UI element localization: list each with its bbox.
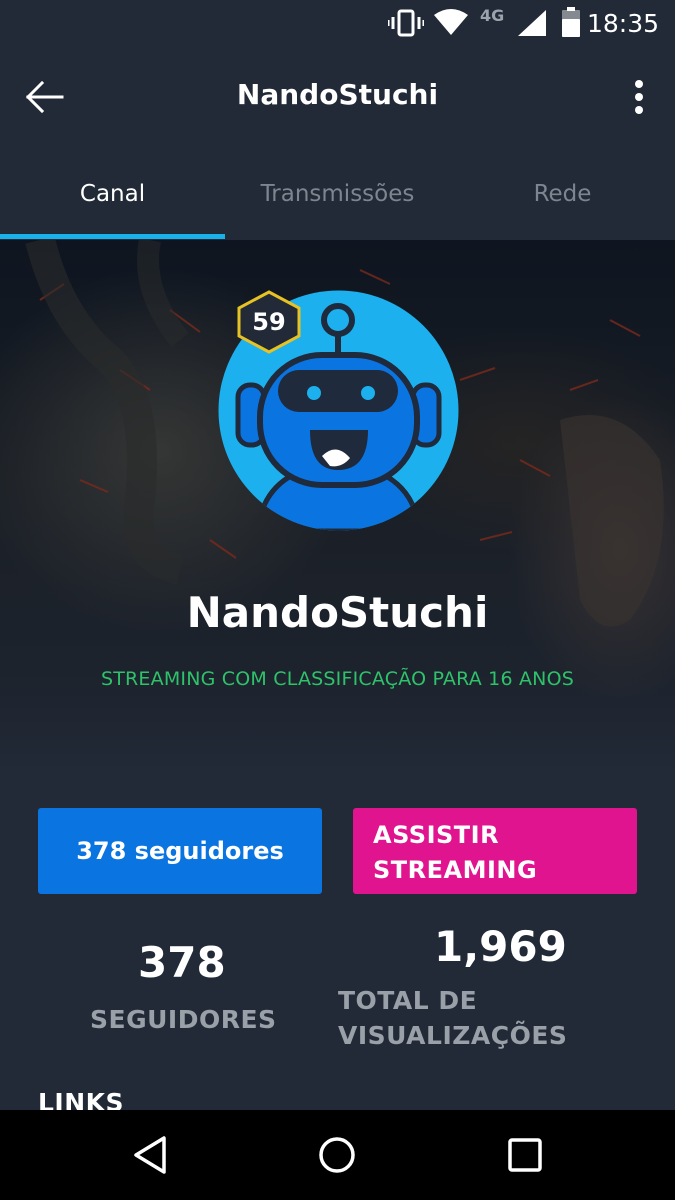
- followers-button[interactable]: 378 seguidores: [38, 808, 322, 894]
- active-tab-indicator: [0, 234, 225, 239]
- page-title: NandoStuchi: [236, 78, 439, 111]
- tab-canal[interactable]: Canal: [0, 144, 225, 240]
- signal-icon: [518, 10, 546, 36]
- battery-icon: [562, 7, 580, 37]
- watch-stream-button[interactable]: ASSISTIR STREAMING: [353, 808, 637, 894]
- wifi-icon: [434, 9, 468, 35]
- network-type-label: 4G: [480, 6, 505, 25]
- status-bar: 4G 18:35: [0, 0, 675, 48]
- views-label: TOTAL DE VISUALIZAÇÕES: [338, 986, 568, 1050]
- back-triangle-icon: [134, 1136, 166, 1174]
- views-count: 1,969: [434, 922, 567, 971]
- vibrate-icon: [388, 9, 424, 37]
- system-nav-bar: [0, 1110, 675, 1200]
- nav-home-button[interactable]: [316, 1134, 358, 1176]
- level-badge: 59: [252, 308, 286, 336]
- recents-square-icon: [508, 1138, 542, 1172]
- status-time: 18:35: [586, 9, 659, 38]
- nav-back-button[interactable]: [130, 1134, 172, 1176]
- followers-label: SEGUIDORES: [90, 1005, 277, 1034]
- followers-count: 378: [138, 938, 226, 987]
- more-vert-icon: [635, 80, 643, 114]
- channel-name: NandoStuchi: [186, 588, 489, 637]
- nav-recents-button[interactable]: [504, 1134, 546, 1176]
- tab-rede[interactable]: Rede: [450, 144, 675, 240]
- tab-bar: Canal Transmissões Rede: [0, 144, 675, 240]
- content-rating-text: STREAMING COM CLASSIFICAÇÃO PARA 16 ANOS: [100, 668, 575, 690]
- home-circle-icon: [319, 1137, 355, 1173]
- tab-transmissoes[interactable]: Transmissões: [225, 144, 450, 240]
- more-options-button[interactable]: [629, 76, 649, 120]
- app-bar: NandoStuchi: [0, 48, 675, 144]
